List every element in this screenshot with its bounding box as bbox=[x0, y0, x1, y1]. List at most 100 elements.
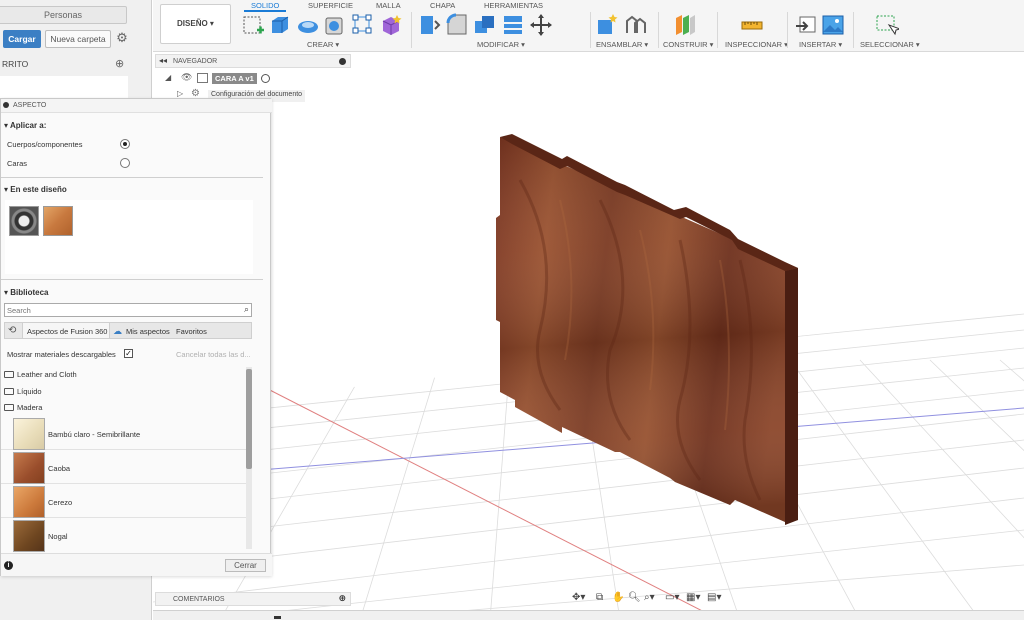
dialog-header[interactable]: ASPECTO bbox=[1, 99, 272, 113]
show-downloadable-checkbox[interactable]: ✓ bbox=[124, 349, 133, 358]
folder-wood[interactable]: Madera bbox=[4, 403, 42, 415]
create-menu[interactable]: CREAR ▾ bbox=[307, 40, 339, 49]
insert-menu[interactable]: INSERTAR ▾ bbox=[799, 40, 842, 49]
insert-derive-icon[interactable] bbox=[794, 13, 818, 37]
tab-tools[interactable]: HERRAMIENTAS bbox=[484, 1, 543, 10]
faces-radio[interactable] bbox=[120, 158, 130, 168]
tab-favorites[interactable]: Favoritos bbox=[176, 327, 207, 336]
material-item-cherry[interactable]: Cerezo bbox=[1, 485, 246, 518]
display-settings-icon[interactable]: ▭▾ bbox=[665, 592, 679, 603]
offset-plane-icon[interactable] bbox=[673, 13, 697, 37]
combine-icon[interactable] bbox=[473, 13, 497, 37]
box-icon[interactable] bbox=[380, 13, 404, 37]
material-name: Caoba bbox=[48, 464, 71, 473]
new-folder-button[interactable]: Nueva carpeta bbox=[45, 30, 111, 48]
material-item-walnut[interactable]: Nogal bbox=[1, 519, 246, 552]
select-menu[interactable]: SELECCIONAR ▾ bbox=[860, 40, 920, 49]
material-thumbnail bbox=[13, 520, 45, 552]
apply-to-heading[interactable]: ▾ Aplicar a: bbox=[4, 121, 46, 130]
appearance-dialog: ASPECTO ▾ Aplicar a: Cuerpos/componentes… bbox=[0, 98, 272, 576]
tab-my-appearances[interactable]: Mis aspectos bbox=[126, 327, 170, 336]
search-field[interactable]: ⌕ bbox=[4, 303, 252, 317]
info-icon[interactable]: i bbox=[4, 561, 13, 570]
activate-radio[interactable] bbox=[261, 74, 270, 83]
tab-fusion-appearances[interactable]: Aspectos de Fusion 360 bbox=[27, 327, 107, 336]
extrude-icon[interactable] bbox=[268, 13, 292, 37]
orbit-icon[interactable]: ✥▾ bbox=[572, 592, 585, 603]
divider bbox=[787, 12, 788, 48]
fit-icon[interactable]: ⌕▾ bbox=[644, 592, 655, 603]
tab-surface[interactable]: SUPERFICIE bbox=[308, 1, 353, 10]
eye-icon[interactable]: 👁 bbox=[181, 72, 192, 83]
pan-icon[interactable]: ✋ bbox=[612, 592, 624, 603]
in-design-heading[interactable]: ▾ En este diseño bbox=[4, 185, 67, 194]
assemble-menu[interactable]: ENSAMBLAR ▾ bbox=[596, 40, 648, 49]
fillet-icon[interactable] bbox=[445, 13, 469, 37]
tree-item-root[interactable]: ◢ 👁 CARA A v1 bbox=[165, 72, 305, 85]
form-icon[interactable] bbox=[351, 13, 375, 37]
cloud-icon: ☁ bbox=[113, 326, 122, 336]
tab-sheet-metal[interactable]: CHAPA bbox=[430, 1, 455, 10]
modify-menu[interactable]: MODIFICAR ▾ bbox=[477, 40, 525, 49]
expand-icon[interactable]: ◢ bbox=[165, 73, 171, 82]
close-button[interactable]: Cerrar bbox=[225, 559, 266, 572]
canvas-image-icon[interactable] bbox=[821, 13, 845, 37]
cancel-all-downloads-link[interactable]: Cancelar todas las d... bbox=[176, 350, 251, 359]
inspect-menu[interactable]: INSPECCIONAR ▾ bbox=[725, 40, 788, 49]
navigator-panel: ◂◂ NAVEGADOR bbox=[155, 54, 351, 68]
new-component-icon[interactable] bbox=[595, 13, 619, 37]
scrollbar-thumb[interactable] bbox=[246, 369, 252, 469]
viewport[interactable] bbox=[153, 52, 1024, 610]
collapse-icon[interactable] bbox=[3, 102, 9, 108]
tab-solid[interactable]: SOLIDO bbox=[251, 1, 279, 10]
folder-leather-cloth[interactable]: Leather and Cloth bbox=[4, 370, 77, 382]
library-heading[interactable]: ▾ Biblioteca bbox=[4, 288, 48, 297]
folder-liquid[interactable]: Líquido bbox=[4, 387, 42, 399]
search-input[interactable] bbox=[5, 304, 230, 316]
look-at-icon[interactable]: ⧉ bbox=[596, 592, 603, 603]
library-tabs: ⟲ Aspectos de Fusion 360 ☁ Mis aspectos … bbox=[4, 322, 252, 339]
bodies-option-label: Cuerpos/componentes bbox=[7, 140, 83, 149]
sweep-icon[interactable] bbox=[323, 13, 347, 37]
project-row[interactable]: RRITO ⊕ bbox=[0, 54, 152, 74]
move-icon[interactable] bbox=[529, 13, 553, 37]
dialog-footer: i Cerrar bbox=[1, 553, 272, 576]
viewports-icon[interactable]: ▤▾ bbox=[707, 592, 721, 603]
create-sketch-icon[interactable] bbox=[242, 13, 266, 37]
upload-button[interactable]: Cargar bbox=[3, 30, 41, 48]
comments-panel[interactable]: COMENTARIOS ⊕ bbox=[155, 592, 351, 606]
gear-icon[interactable]: ⚙ bbox=[115, 31, 129, 45]
expand-icon[interactable]: ▷ bbox=[177, 89, 183, 98]
search-icon[interactable]: ⌕ bbox=[244, 304, 249, 315]
tab-mesh[interactable]: MALLA bbox=[376, 1, 401, 10]
select-icon[interactable] bbox=[875, 13, 899, 37]
grid-settings-icon[interactable]: ▦▾ bbox=[686, 592, 700, 603]
show-downloadable-label: Mostrar materiales descargables bbox=[7, 350, 116, 359]
material-swatch-wood[interactable] bbox=[43, 206, 73, 236]
joint-icon[interactable] bbox=[623, 13, 647, 37]
measure-icon[interactable] bbox=[740, 13, 764, 37]
shell-icon[interactable] bbox=[501, 13, 525, 37]
divider bbox=[1, 279, 263, 280]
press-pull-icon[interactable] bbox=[417, 13, 441, 37]
divider bbox=[658, 12, 659, 48]
pin-icon[interactable] bbox=[339, 58, 346, 65]
workspace-dropdown[interactable]: DISEÑO ▾ bbox=[160, 4, 231, 44]
folder-open-icon bbox=[4, 404, 14, 411]
collapse-icon[interactable]: ◂◂ bbox=[159, 56, 167, 65]
revolve-icon[interactable] bbox=[296, 13, 320, 37]
tree-root-label: CARA A v1 bbox=[212, 73, 257, 84]
add-comment-icon[interactable]: ⊕ bbox=[338, 593, 346, 604]
bodies-radio[interactable] bbox=[120, 139, 130, 149]
timeline-marker[interactable] bbox=[274, 616, 281, 619]
material-item-bamboo[interactable]: Bambú claro - Semibrillante bbox=[1, 417, 246, 450]
globe-icon[interactable]: ⊕ bbox=[115, 57, 124, 70]
refresh-icon[interactable]: ⟲ bbox=[8, 325, 16, 336]
tab-people[interactable]: Personas bbox=[0, 6, 127, 24]
construct-menu[interactable]: CONSTRUIR ▾ bbox=[663, 40, 713, 49]
zoom-icon[interactable]: 🔍︎ bbox=[628, 592, 641, 603]
project-name: RRITO bbox=[2, 59, 29, 69]
material-item-mahogany[interactable]: Caoba bbox=[1, 451, 246, 484]
library-scrollbar[interactable] bbox=[246, 367, 252, 549]
material-swatch-steel[interactable] bbox=[9, 206, 39, 236]
